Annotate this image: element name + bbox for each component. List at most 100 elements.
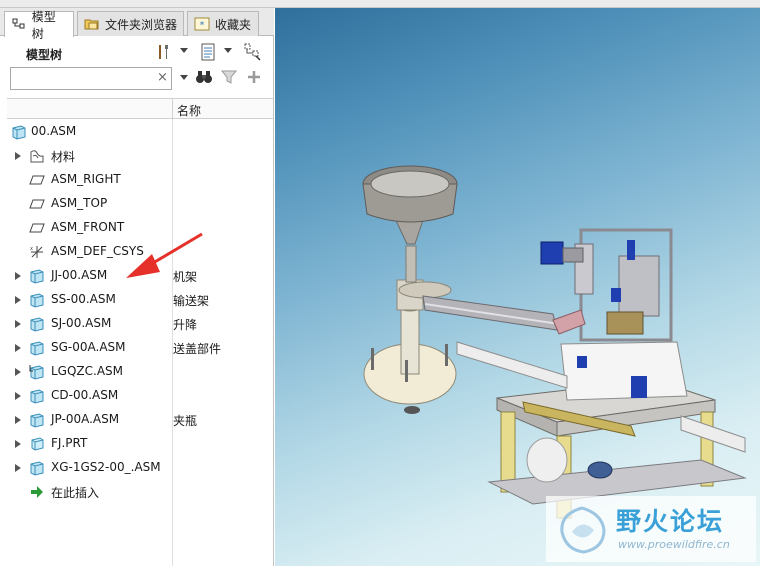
tree-item-cd-00[interactable]: CD-00.ASM xyxy=(7,384,273,408)
part-icon xyxy=(31,437,44,451)
tree-item-label: FJ.PRT xyxy=(51,436,88,450)
search-history-dropdown-icon[interactable] xyxy=(180,75,188,80)
column-header-name[interactable]: 名称 xyxy=(177,102,201,119)
tree-item-label: CD-00.ASM xyxy=(51,388,119,402)
tab-folder-browser[interactable]: 文件夹浏览器 xyxy=(77,11,184,36)
assembly-icon xyxy=(30,293,44,308)
tree-item-sg-00a[interactable]: SG-00A.ASM 送盖部件 xyxy=(7,336,273,360)
tree-item-name: 输送架 xyxy=(173,294,210,308)
add-column-plus-icon[interactable] xyxy=(244,67,264,87)
insert-here-icon xyxy=(31,486,43,498)
folder-browser-icon xyxy=(84,16,100,32)
3d-assembly-model xyxy=(362,165,747,519)
tab-favorites[interactable]: * 收藏夹 xyxy=(187,11,259,36)
tree-item-label: JJ-00.ASM xyxy=(51,268,108,282)
tab-model-tree[interactable]: 模型树 xyxy=(4,10,74,41)
datum-plane-icon xyxy=(29,223,45,233)
tree-item-ss-00[interactable]: SS-00.ASM 输送架 xyxy=(7,288,273,312)
assembly-icon xyxy=(30,389,44,404)
navigator-panel: 模型树 文件夹浏览器 * 收藏夹 模型树 × 名称 00.ASM 材料 ASM_… xyxy=(0,8,274,566)
assembly-icon xyxy=(12,125,26,140)
show-dropdown-icon[interactable] xyxy=(224,48,232,53)
tree-item-label: 00.ASM xyxy=(31,124,77,138)
tree-item-name: 送盖部件 xyxy=(173,342,222,356)
tree-item-asm-top[interactable]: ASM_TOP xyxy=(7,192,273,216)
tree-item-xg-1gs2-00[interactable]: XG-1GS2-00_.ASM xyxy=(7,456,273,480)
expand-arrow-icon[interactable] xyxy=(15,296,21,304)
top-toolbar-strip xyxy=(0,0,760,8)
tree-item-lgqzc[interactable]: LGQZC.ASM xyxy=(7,360,273,384)
tree-item-label: SG-00A.ASM xyxy=(51,340,126,354)
tree-item-label: LGQZC.ASM xyxy=(51,364,124,378)
search-row: × xyxy=(0,67,274,93)
tree-item-fj-prt[interactable]: FJ.PRT xyxy=(7,432,273,456)
tab-label: 收藏夹 xyxy=(215,17,252,32)
assembly-icon xyxy=(30,341,44,356)
tree-item-name: 升降 xyxy=(173,318,198,332)
show-options-icon[interactable] xyxy=(198,42,218,62)
watermark-logo-icon xyxy=(560,506,606,554)
tree-item-label: ASM_RIGHT xyxy=(51,172,121,186)
model-tree-icon xyxy=(11,17,27,33)
assembly-icon xyxy=(30,317,44,332)
watermark: 野火论坛 www.proewildfire.cn xyxy=(546,496,756,562)
tree-filter-icon[interactable] xyxy=(243,42,263,62)
assembly-icon xyxy=(30,269,44,284)
material-icon xyxy=(30,150,44,163)
tree-item-name: 机架 xyxy=(173,270,198,284)
tree-item-sj-00[interactable]: SJ-00.ASM 升降 xyxy=(7,312,273,336)
tree-item-00-asm[interactable]: 00.ASM xyxy=(7,120,273,144)
tree-item-label: 在此插入 xyxy=(51,486,100,500)
tree-item-asm-front[interactable]: ASM_FRONT xyxy=(7,216,273,240)
datum-plane-icon xyxy=(29,199,45,209)
navigator-tabbar: 模型树 文件夹浏览器 * 收藏夹 xyxy=(0,8,274,41)
find-binoculars-icon[interactable] xyxy=(194,67,214,87)
filter-funnel-icon[interactable] xyxy=(219,67,239,87)
tree-item-label: XG-1GS2-00_.ASM xyxy=(51,460,161,474)
tree-item-label: ASM_FRONT xyxy=(51,220,125,234)
column-divider[interactable] xyxy=(172,99,173,120)
tree-item-insert-here[interactable]: 在此插入 xyxy=(7,480,273,504)
expand-arrow-icon[interactable] xyxy=(15,392,21,400)
tree-item-material[interactable]: 材料 xyxy=(7,144,273,168)
expand-arrow-icon[interactable] xyxy=(15,320,21,328)
expand-arrow-icon[interactable] xyxy=(15,440,21,448)
expand-arrow-icon[interactable] xyxy=(15,368,21,376)
tree-item-asm-right[interactable]: ASM_RIGHT xyxy=(7,168,273,192)
tree-column-header: 名称 xyxy=(7,98,273,120)
expand-arrow-icon[interactable] xyxy=(15,152,21,160)
tree-item-label: ASM_DEF_CSYS xyxy=(51,244,144,258)
tab-label: 模型树 xyxy=(31,9,56,41)
graphics-viewport[interactable]: 野火论坛 www.proewildfire.cn xyxy=(275,8,760,566)
tree-item-jp-00a[interactable]: JP-00A.ASM 夹瓶 xyxy=(7,408,273,432)
tab-label: 文件夹浏览器 xyxy=(105,17,178,32)
assembly-icon xyxy=(30,413,44,428)
clear-search-icon[interactable]: × xyxy=(157,70,168,85)
favorites-icon: * xyxy=(194,16,210,32)
assembly-icon xyxy=(29,365,44,380)
assembly-icon xyxy=(30,461,44,476)
coordinate-system-icon: x xyxy=(30,246,43,258)
tree-item-label: 材料 xyxy=(51,150,76,164)
tree-item-name: 夹瓶 xyxy=(173,414,198,428)
svg-text:*: * xyxy=(200,20,205,31)
settings-tools-icon[interactable] xyxy=(154,42,174,62)
expand-arrow-icon[interactable] xyxy=(15,344,21,352)
expand-arrow-icon[interactable] xyxy=(15,464,21,472)
tree-item-label: SJ-00.ASM xyxy=(51,316,112,330)
expand-arrow-icon[interactable] xyxy=(15,272,21,280)
watermark-url: www.proewildfire.cn xyxy=(618,538,730,551)
search-input[interactable] xyxy=(10,67,172,90)
settings-dropdown-icon[interactable] xyxy=(180,48,188,53)
tree-item-asm-def-csys[interactable]: x ASM_DEF_CSYS xyxy=(7,240,273,264)
tree-item-label: ASM_TOP xyxy=(51,196,108,210)
tree-item-label: SS-00.ASM xyxy=(51,292,116,306)
model-tree-toolbar: 模型树 xyxy=(0,38,274,66)
datum-plane-icon xyxy=(29,175,45,185)
expand-arrow-icon[interactable] xyxy=(15,416,21,424)
tree-item-jj-00[interactable]: JJ-00.ASM 机架 xyxy=(7,264,273,288)
model-tree-title: 模型树 xyxy=(26,48,63,62)
svg-text:x: x xyxy=(30,246,33,252)
watermark-title: 野火论坛 xyxy=(616,507,725,536)
tree-item-label: JP-00A.ASM xyxy=(51,412,120,426)
